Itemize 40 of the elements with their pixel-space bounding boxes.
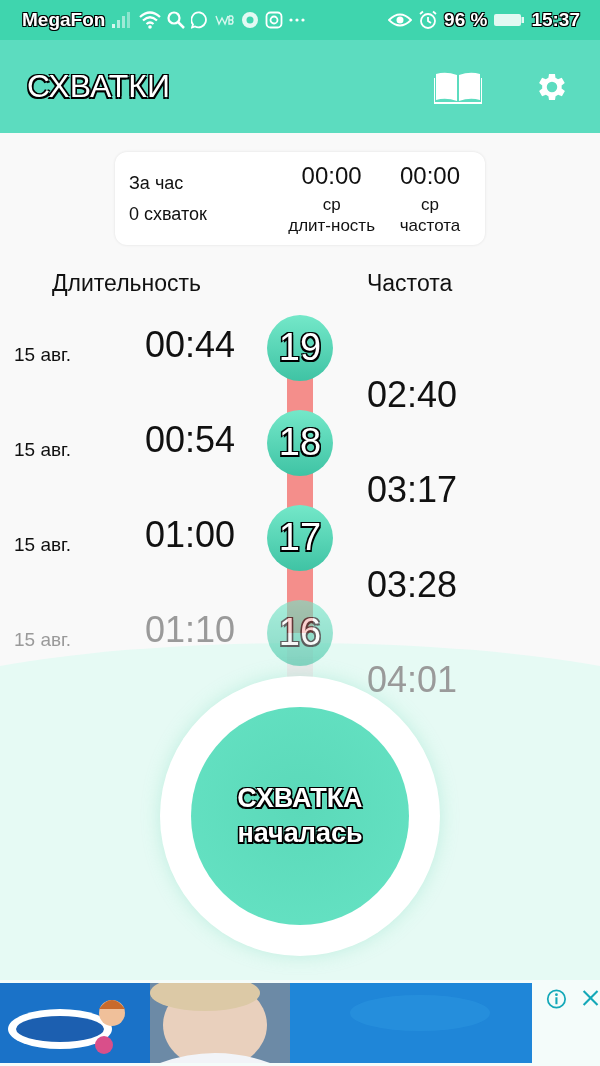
contraction-date: 15 авг. — [13, 438, 72, 461]
interval-value: 02:40 — [366, 374, 459, 416]
search-icon — [167, 11, 186, 29]
more-icon — [289, 18, 306, 22]
contraction-date: 15 авг. — [13, 533, 72, 556]
stat-value: 00:00 — [301, 161, 362, 190]
column-heading: Частота — [367, 270, 453, 297]
stat-caption: ср — [322, 193, 341, 215]
contraction-number[interactable]: 19 — [267, 314, 333, 381]
start-contraction-button[interactable]: СХВАТКА началась — [191, 707, 409, 925]
column-heading: Длительность — [52, 270, 202, 297]
contraction-duration: 00:54 — [144, 418, 236, 461]
stat-label: длит-ность — [288, 214, 375, 236]
interval-value: 03:28 — [366, 564, 459, 606]
contraction-duration: 00:44 — [144, 323, 236, 366]
period-label: За час — [129, 172, 185, 194]
close-icon[interactable] — [580, 987, 600, 1009]
carrier-name: MegaFon — [22, 9, 106, 31]
chat-icon — [191, 11, 210, 29]
battery-percent: 96 % — [444, 9, 488, 31]
contraction-duration: 01:10 — [144, 608, 236, 651]
contraction-date: 15 авг. — [13, 343, 72, 366]
stat-label: частота — [399, 214, 461, 236]
wifi-icon — [139, 11, 162, 29]
stat-caption: ср — [421, 193, 439, 215]
eye-icon — [388, 11, 413, 29]
info-icon[interactable] — [546, 987, 567, 1011]
interval-value: 04:01 — [366, 659, 459, 701]
contraction-count: 0 схваток — [129, 203, 208, 225]
battery-icon — [493, 12, 526, 28]
camera-icon — [265, 11, 284, 29]
interval-value: 03:17 — [366, 469, 459, 511]
clock-time: 15:37 — [531, 9, 580, 31]
app-title: СХВАТКИ — [27, 68, 171, 105]
alarm-icon — [418, 10, 439, 30]
contraction-number[interactable]: 17 — [267, 504, 333, 571]
contraction-date: 15 авг. — [13, 628, 72, 651]
contraction-number[interactable]: 18 — [267, 409, 333, 476]
contraction-duration: 01:00 — [144, 513, 236, 556]
stat-value: 00:00 — [399, 161, 461, 190]
